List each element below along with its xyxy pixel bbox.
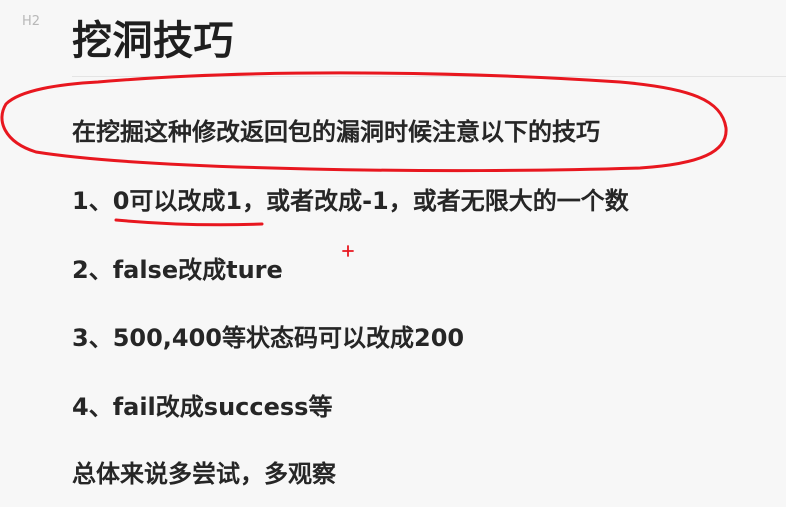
tip-item-1: 1、0可以改成1，或者改成-1，或者无限大的一个数 [72, 187, 629, 215]
title-divider [72, 76, 786, 77]
page-title: 挖洞技巧 [72, 18, 234, 64]
heading-level-marker: H2 [22, 14, 41, 29]
tip-item-3: 3、500,400等状态码可以改成200 [72, 324, 465, 352]
red-underline-annotation [114, 218, 264, 227]
tip-item-2: 2、false改成ture [72, 256, 283, 284]
tip-item-4: 4、fail改成success等 [72, 393, 333, 421]
summary-line: 总体来说多尝试，多观察 [72, 460, 336, 488]
red-cursor-plus-icon [342, 245, 354, 257]
intro-line: 在挖掘这种修改返回包的漏洞时候注意以下的技巧 [72, 118, 600, 146]
